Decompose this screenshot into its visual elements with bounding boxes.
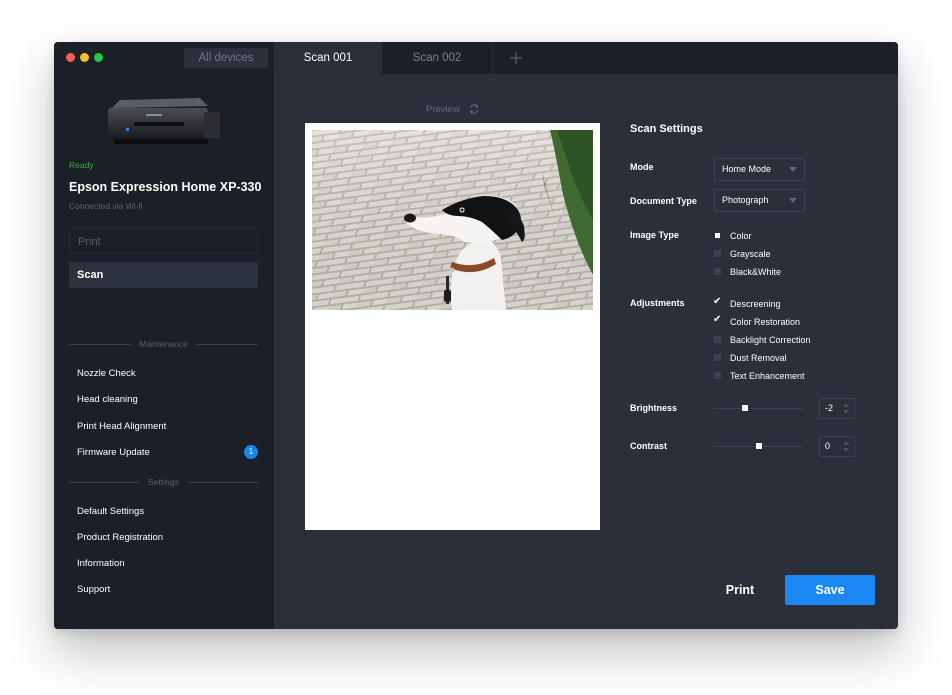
print-mode-button[interactable]: Print — [69, 228, 258, 254]
chevron-down-icon — [789, 167, 797, 172]
adjustment-text-enhancement-label: Text Enhancement — [730, 371, 805, 381]
scan-settings-title: Scan Settings — [630, 123, 703, 135]
contrast-stepper[interactable]: 0 — [819, 436, 855, 457]
document-type-dropdown[interactable]: Photograph — [714, 189, 805, 212]
chevron-down-icon — [789, 198, 797, 203]
image-type-black-white-label: Black&White — [730, 267, 782, 277]
settings-header: Settings — [69, 476, 258, 488]
adjustment-descreening-label: Descreening — [730, 299, 781, 309]
scan-mode-button[interactable]: Scan — [69, 262, 258, 288]
minimize-window-button[interactable] — [80, 53, 89, 62]
mode-dropdown[interactable]: Home Mode — [714, 158, 805, 181]
divider — [188, 482, 258, 483]
sidebar: Ready Epson Expression Home XP-330 Conne… — [54, 74, 274, 629]
adjustments-label: Adjustments — [630, 298, 685, 308]
radio-unselected — [714, 250, 721, 257]
menu-information[interactable]: Information — [77, 558, 125, 569]
menu-nozzle-check[interactable]: Nozzle Check — [77, 368, 136, 379]
contrast-slider-handle[interactable] — [756, 443, 762, 449]
scan-preview-page — [305, 123, 600, 530]
stepper-down-icon[interactable] — [843, 448, 849, 452]
tab-scan-001[interactable]: Scan 001 — [274, 42, 382, 74]
printer-image — [108, 98, 220, 144]
checkbox-unchecked — [714, 354, 721, 361]
connection-status: Connected via Wi-fi — [69, 201, 143, 211]
menu-support[interactable]: Support — [77, 584, 110, 595]
radio-unselected — [714, 268, 721, 275]
save-button[interactable]: Save — [785, 575, 875, 605]
image-type-grayscale-label: Grayscale — [730, 249, 771, 259]
image-type-label: Image Type — [630, 230, 679, 240]
all-devices-button[interactable]: All devices — [184, 48, 268, 68]
checkbox-unchecked — [714, 336, 721, 343]
document-type-value: Photograph — [722, 195, 769, 205]
mode-value: Home Mode — [722, 164, 772, 174]
zoom-window-button[interactable] — [94, 53, 103, 62]
contrast-label: Contrast — [630, 441, 668, 451]
menu-firmware-update[interactable]: Firmware Update — [77, 447, 150, 458]
mode-label: Mode — [630, 162, 654, 172]
tab-divider — [492, 42, 493, 74]
stepper-up-icon[interactable] — [843, 403, 849, 407]
contrast-value: 0 — [825, 441, 831, 451]
brightness-stepper[interactable]: -2 — [819, 398, 855, 419]
app-window: All devices Scan 001 Scan 002 Ready Epso… — [54, 42, 898, 629]
maintenance-header: Maintenance — [69, 338, 258, 350]
plus-icon[interactable] — [506, 48, 526, 68]
print-button[interactable]: Print — [702, 575, 778, 605]
stepper-up-icon[interactable] — [843, 441, 849, 445]
brightness-slider[interactable] — [714, 405, 803, 411]
menu-print-head-alignment[interactable]: Print Head Alignment — [77, 421, 166, 432]
radio-dot — [715, 233, 720, 238]
title-bar: All devices Scan 001 Scan 002 — [54, 42, 898, 74]
stepper-down-icon[interactable] — [843, 410, 849, 414]
adjustment-dust-removal-label: Dust Removal — [730, 353, 787, 363]
refresh-icon[interactable] — [468, 103, 480, 115]
adjustment-backlight-correction-label: Backlight Correction — [730, 335, 811, 345]
tab-scan-002[interactable]: Scan 002 — [383, 42, 491, 74]
brightness-slider-handle[interactable] — [742, 405, 748, 411]
checkmark-icon: ✔ — [713, 296, 722, 307]
firmware-update-badge: 1 — [244, 445, 258, 459]
divider — [196, 344, 258, 345]
brightness-label: Brightness — [630, 403, 678, 413]
contrast-slider[interactable] — [714, 443, 803, 449]
menu-product-registration[interactable]: Product Registration — [77, 532, 163, 543]
image-type-color-label: Color — [730, 231, 752, 241]
brightness-value: -2 — [825, 403, 834, 413]
status-ready: Ready — [69, 160, 94, 170]
document-type-label: Document Type — [630, 196, 697, 206]
checkmark-icon: ✔ — [713, 314, 722, 325]
scanned-photo — [312, 130, 593, 310]
menu-default-settings[interactable]: Default Settings — [77, 506, 144, 517]
preview-label: Preview — [426, 104, 460, 115]
adjustment-color-restoration-label: Color Restoration — [730, 317, 801, 327]
checkbox-unchecked — [714, 372, 721, 379]
device-name: Epson Expression Home XP-330 — [69, 180, 262, 194]
menu-head-cleaning[interactable]: Head cleaning — [77, 394, 138, 405]
close-window-button[interactable] — [66, 53, 75, 62]
